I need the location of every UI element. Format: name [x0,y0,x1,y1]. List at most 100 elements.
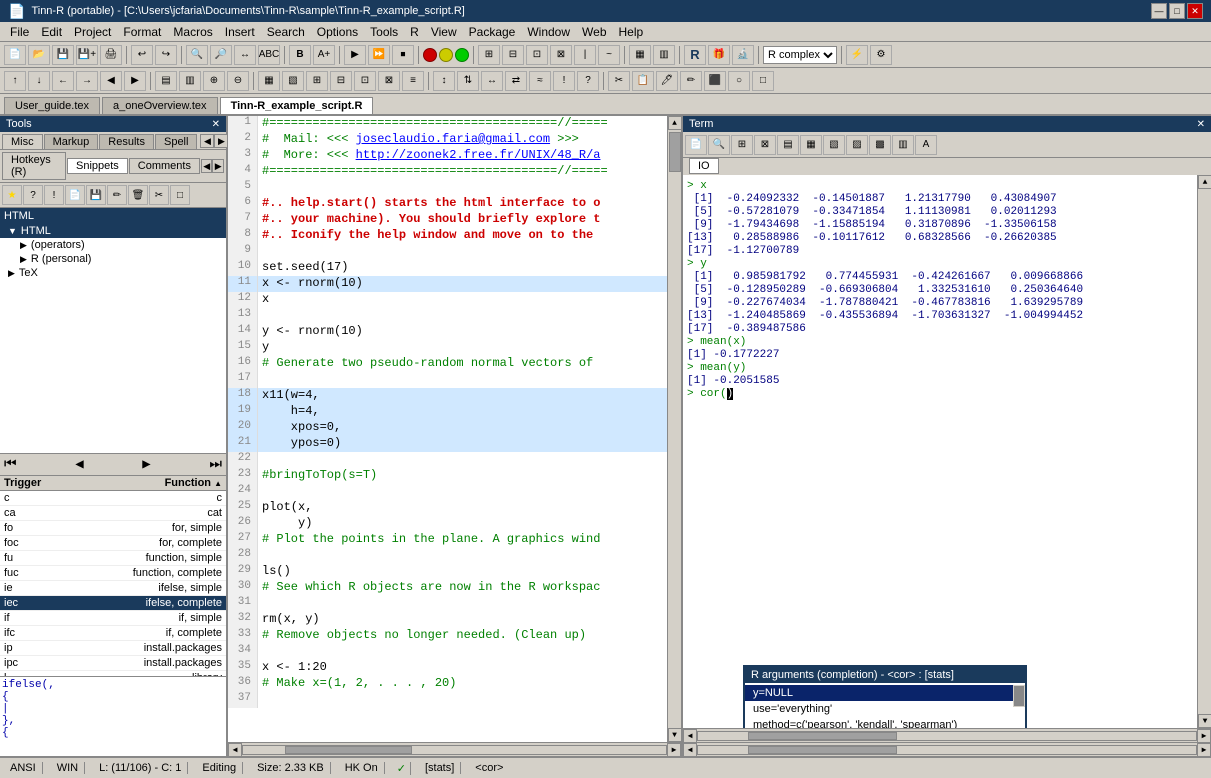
trigger-row-fu[interactable]: fufunction, simple [0,551,226,566]
lightning-btn[interactable]: ⚡ [846,45,868,65]
editor-hscroll-left-btn[interactable]: ◀ [228,743,242,757]
term-tb10[interactable]: ▥ [892,135,914,155]
menu-macros[interactable]: Macros [167,23,218,41]
tool-save-btn[interactable]: 💾 [86,185,106,205]
menu-file[interactable]: File [4,23,35,41]
tab-misc[interactable]: Misc [2,134,43,149]
tree-item-operators[interactable]: ▶(operators) [0,238,226,252]
save-all-btn[interactable]: 💾+ [76,45,98,65]
tb2-25[interactable]: ✂ [608,71,630,91]
tb2-20[interactable]: ↔ [481,71,503,91]
editor-hscrollbar[interactable]: ◀ ▶ [228,742,681,756]
menu-format[interactable]: Format [117,23,167,41]
snippets-prev-btn[interactable]: ◀ [201,159,213,173]
trigger-row-ie[interactable]: ieifelse, simple [0,581,226,596]
menu-web[interactable]: Web [576,23,612,41]
term-tb2[interactable]: 🔍 [708,135,730,155]
editor-scroll-down-btn[interactable]: ▼ [668,728,682,742]
term-tb11[interactable]: A [915,135,937,155]
tb2-1[interactable]: ↑ [4,71,26,91]
trigger-row-fuc[interactable]: fucfunction, complete [0,566,226,581]
term-hscrollbar2[interactable]: ◀ ▶ [683,742,1211,756]
tool-rect-btn[interactable]: □ [170,185,190,205]
redo-btn[interactable]: ↪ [155,45,177,65]
tool-ex-btn[interactable]: ! [44,185,64,205]
split-btn[interactable]: ⊠ [550,45,572,65]
editor-content[interactable]: 1#======================================… [228,116,667,742]
tb2-30[interactable]: ○ [728,71,750,91]
trigger-row-ipc[interactable]: ipcinstall.packages [0,656,226,671]
nav-last-btn[interactable]: ⏭ [209,457,222,473]
menu-project[interactable]: Project [68,23,117,41]
settings-btn[interactable]: ⚙ [870,45,892,65]
term-tb8[interactable]: ▨ [846,135,868,155]
term-tb3[interactable]: ⊞ [731,135,753,155]
tab-spell[interactable]: Spell [155,134,197,149]
tb2-2[interactable]: ↓ [28,71,50,91]
editor-vscrollbar[interactable]: ▲ ▼ [667,116,681,742]
tb2-9[interactable]: ⊕ [203,71,225,91]
snippets-next-btn[interactable]: ▶ [212,159,224,173]
term-tb6[interactable]: ▦ [800,135,822,155]
menu-view[interactable]: View [425,23,463,41]
trigger-row-foc[interactable]: focfor, complete [0,536,226,551]
tb2-14[interactable]: ⊟ [330,71,352,91]
tb2-12[interactable]: ▧ [282,71,304,91]
tb2-22[interactable]: ≈ [529,71,551,91]
term-hscroll-right-btn[interactable]: ▶ [1197,729,1211,743]
menu-package[interactable]: Package [463,23,522,41]
tb2-15[interactable]: ⊡ [354,71,376,91]
term-hscroll-thumb[interactable] [748,732,897,740]
tb2-29[interactable]: ⬛ [704,71,726,91]
tools-next-btn[interactable]: ▶ [214,134,228,148]
open-btn[interactable]: 📂 [28,45,50,65]
nav-first-btn[interactable]: ⏮ [4,457,17,473]
r-magnify-btn[interactable]: 🔬 [732,45,754,65]
tool-q-btn[interactable]: ? [23,185,43,205]
tb2-17[interactable]: ≡ [402,71,424,91]
trigger-row-c[interactable]: cc [0,491,226,506]
term-hscrollbar[interactable]: ◀ ▶ [683,728,1211,742]
tab-overview[interactable]: a_oneOverview.tex [102,97,218,114]
bold-btn[interactable]: B [289,45,311,65]
tree-item-r-personal[interactable]: ▶R (personal) [0,252,226,266]
tree-item-tex[interactable]: ▶TeX [0,266,226,280]
undo-btn[interactable]: ↩ [131,45,153,65]
tab-example-script[interactable]: Tinn-R_example_script.R [220,97,374,114]
menu-window[interactable]: Window [521,23,576,41]
trigger-row-fo[interactable]: fofor, simple [0,521,226,536]
tb2-7[interactable]: ▤ [155,71,177,91]
term-tb7[interactable]: ▧ [823,135,845,155]
menu-options[interactable]: Options [311,23,364,41]
snippets-tab[interactable]: Snippets [67,158,128,174]
tb2-21[interactable]: ⇄ [505,71,527,91]
tb2-27[interactable]: 🖊 [656,71,678,91]
tool-edit-btn[interactable]: ✏ [107,185,127,205]
menu-help[interactable]: Help [613,23,650,41]
minimize-button[interactable]: — [1151,3,1167,19]
trigger-row-if[interactable]: ifif, simple [0,611,226,626]
tb2-24[interactable]: ? [577,71,599,91]
find2-btn[interactable]: 🔎 [210,45,232,65]
r-send1[interactable]: ▶ [344,45,366,65]
wave-btn[interactable]: ~ [598,45,620,65]
replace-btn[interactable]: ↔ [234,45,256,65]
term-hscroll2-track[interactable] [697,745,1197,755]
term-hscroll2-thumb[interactable] [748,746,897,754]
term-tb5[interactable]: ▤ [777,135,799,155]
term-hscroll2-right-btn[interactable]: ▶ [1197,743,1211,757]
editor-scroll-thumb[interactable] [669,132,681,172]
toggle-btn[interactable]: ⊞ [478,45,500,65]
trigger-row-ifc[interactable]: ifcif, complete [0,626,226,641]
r-icon-btn[interactable]: R [684,45,706,65]
term-scroll-up-btn[interactable]: ▲ [1198,175,1211,189]
tb2-13[interactable]: ⊞ [306,71,328,91]
tb2-23[interactable]: ! [553,71,575,91]
tb2-31[interactable]: □ [752,71,774,91]
tb2-28[interactable]: ✏ [680,71,702,91]
editor-hscroll-track[interactable] [242,745,667,755]
mark1-btn[interactable]: ▦ [629,45,651,65]
nav-next-btn[interactable]: ▶ [142,456,150,473]
tb2-8[interactable]: ▥ [179,71,201,91]
tab-markup[interactable]: Markup [44,134,99,149]
